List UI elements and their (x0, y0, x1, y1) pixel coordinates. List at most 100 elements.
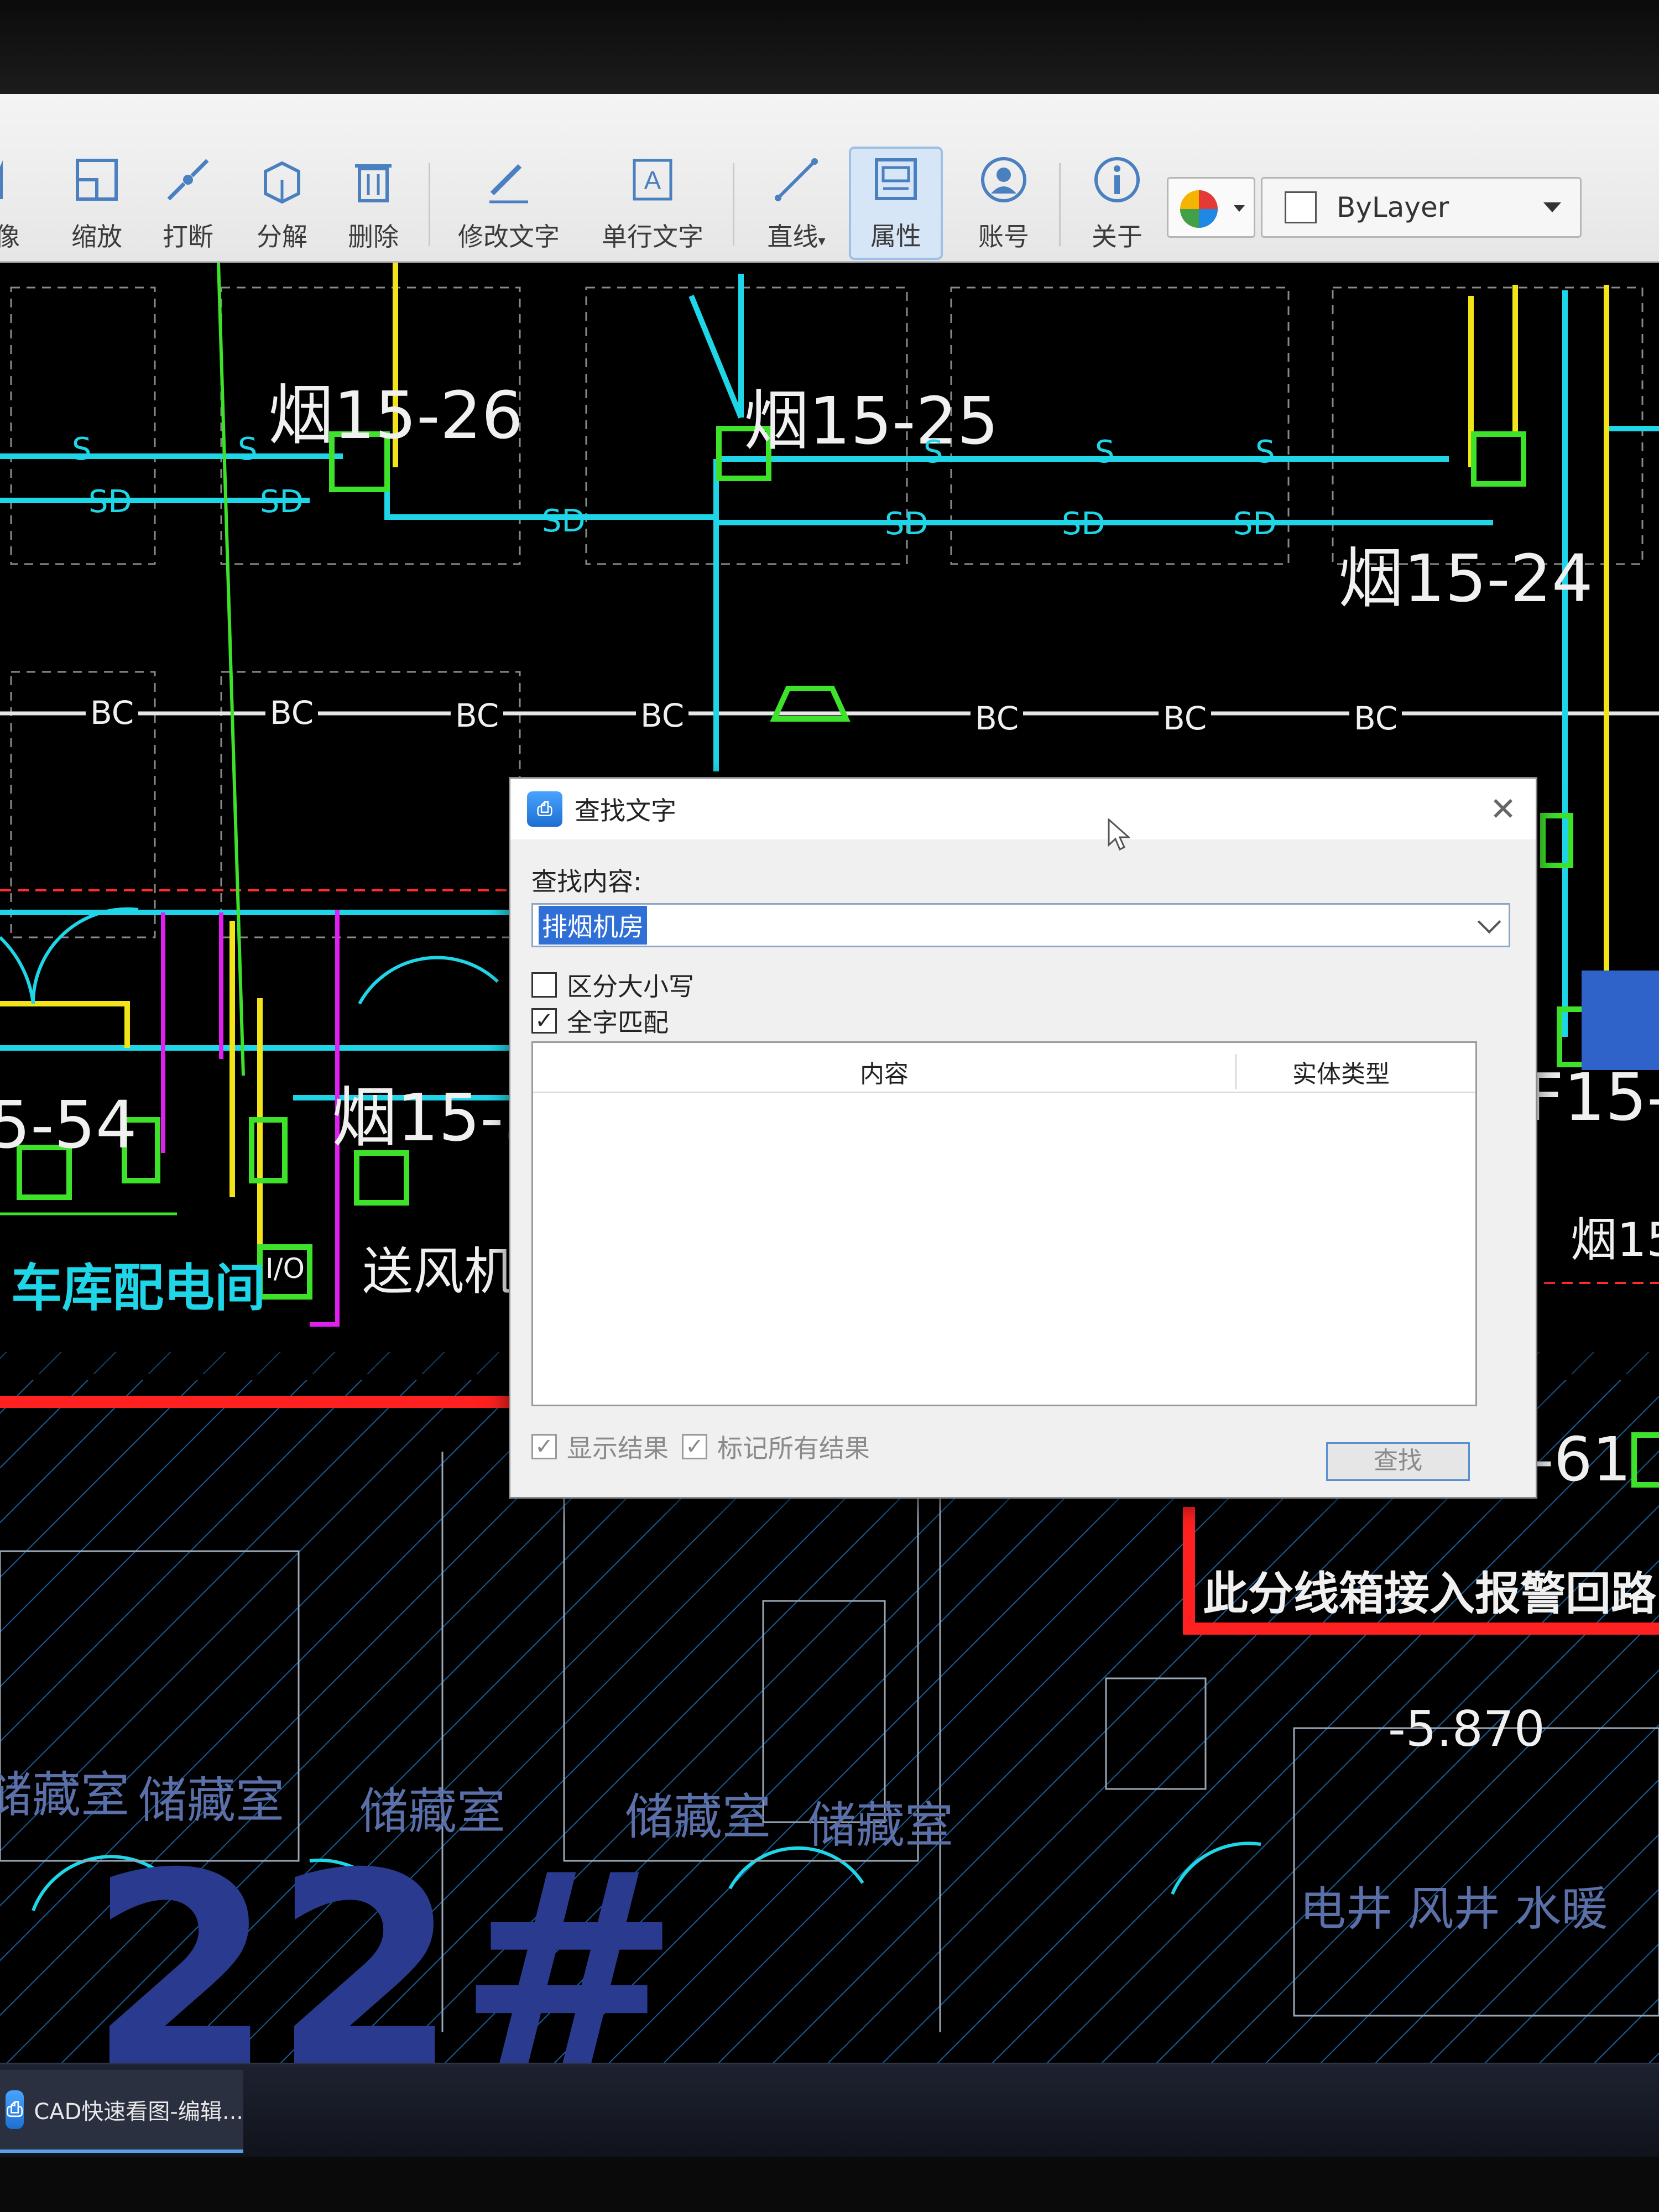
text-box-icon: A (622, 149, 683, 210)
monitor-bezel-top (0, 0, 1659, 94)
find-label: 查找内容: (531, 867, 642, 896)
checkbox-label: 显示结果 (567, 1433, 669, 1463)
tool-explode[interactable]: 分解 (249, 149, 315, 260)
checkbox-box[interactable]: ✓ (531, 1434, 557, 1459)
room-label: 储藏室 (807, 1797, 954, 1854)
building-number-mark: 22# (88, 1817, 680, 2063)
line-tag: BC (971, 700, 1024, 737)
tool-line[interactable]: 直线▾ (755, 149, 838, 260)
tool-about[interactable]: 关于 (1076, 149, 1159, 260)
taskbar-app-button[interactable]: ⎙ CAD快速看图-编辑... (0, 2070, 243, 2153)
line-tag: S (924, 434, 943, 470)
line-tag: SD (1233, 506, 1277, 542)
screen: 镜像 缩放 打断 分解 删除 (0, 0, 1659, 2212)
tool-scale[interactable]: 缩放 (64, 149, 130, 260)
column-header-content[interactable]: 内容 (533, 1054, 1235, 1089)
line-tag: S (238, 431, 258, 467)
color-wheel-icon (1180, 190, 1245, 228)
mouse-cursor-icon (1108, 818, 1130, 851)
tool-label: 删除 (348, 222, 399, 252)
line-tag: SD (88, 484, 132, 520)
info-icon (1087, 149, 1147, 210)
layer-value: ByLayer (1337, 191, 1449, 223)
app-icon: ⎙ (527, 791, 562, 827)
explode-icon (252, 149, 312, 210)
toolbar: 镜像 缩放 打断 分解 删除 (0, 94, 1659, 263)
mark-all-checkbox[interactable]: ✓ 标记所有结果 (682, 1428, 870, 1465)
whole-word-checkbox[interactable]: ✓ 全字匹配 (531, 1003, 669, 1039)
taskbar: ⎙ CAD快速看图-编辑... (0, 2063, 1659, 2157)
line-icon (766, 149, 827, 210)
tool-label: 打断 (163, 222, 213, 252)
tool-properties[interactable]: 属性 (849, 147, 943, 260)
line-tag: SD (1062, 506, 1105, 542)
line-tag: SD (542, 503, 586, 539)
line-tag: BC (86, 694, 139, 732)
tool-account[interactable]: 账号 (962, 149, 1045, 260)
elevation-label: -5.870 (1388, 1700, 1545, 1757)
column-header-entity-type[interactable]: 实体类型 (1235, 1054, 1446, 1089)
check-icon: ✓ (685, 1434, 704, 1459)
line-tag: BC (451, 697, 504, 734)
checkbox-box[interactable]: ✓ (682, 1434, 707, 1459)
cad-label: 烟15-25 (744, 383, 999, 459)
svg-text:A: A (644, 166, 661, 195)
room-label: 电井 风井 水暖 (1300, 1882, 1608, 1936)
room-label: 储藏室 (0, 1766, 130, 1823)
tool-label: 账号 (978, 222, 1029, 252)
cad-app-icon: ⎙ (6, 2090, 24, 2129)
toolbar-separator (429, 163, 430, 246)
close-button[interactable]: ✕ (1485, 791, 1521, 827)
find-input-value: 排烟机房 (539, 906, 647, 945)
checkbox-label: 区分大小写 (567, 972, 694, 1001)
chevron-down-icon[interactable] (1477, 910, 1501, 934)
taskbar-app-title: CAD快速看图-编辑... (34, 2099, 243, 2125)
toolbar-separator (733, 163, 734, 246)
tool-single-line-text[interactable]: A 单行文字 (597, 149, 708, 260)
tool-label: 修改文字 (458, 222, 560, 252)
tool-label: 分解 (257, 222, 307, 252)
find-button[interactable]: 查找 (1326, 1442, 1470, 1481)
tool-break[interactable]: 打断 (155, 149, 221, 260)
line-tag: S (1095, 434, 1115, 470)
results-list[interactable]: 内容 实体类型 (531, 1041, 1477, 1406)
cad-label: 5-54 (0, 1087, 137, 1163)
room-label: 储藏室 (138, 1772, 285, 1829)
cad-label: 烟15-24 (1338, 540, 1593, 617)
user-icon (973, 149, 1034, 210)
line-tag: BC (1159, 700, 1212, 737)
tool-label: 单行文字 (602, 222, 703, 252)
case-sensitive-checkbox[interactable]: 区分大小写 (531, 967, 694, 1003)
break-icon (158, 149, 218, 210)
layer-dropdown[interactable]: ByLayer (1261, 177, 1582, 238)
checkbox-label: 全字匹配 (567, 1008, 669, 1037)
show-results-checkbox[interactable]: ✓ 显示结果 (531, 1428, 669, 1465)
results-header: 内容 实体类型 (533, 1043, 1475, 1093)
pencil-icon (478, 149, 539, 210)
tool-label: 属性 (870, 221, 921, 251)
line-tag: S (1255, 434, 1275, 470)
room-label: 储藏室 (625, 1788, 771, 1845)
dialog-title-bar[interactable]: ⎙ 查找文字 (510, 779, 1536, 839)
scale-icon (66, 149, 127, 210)
trash-icon (343, 149, 404, 210)
tool-label: 关于 (1092, 222, 1142, 252)
checkbox-label: 标记所有结果 (717, 1433, 870, 1463)
room-label: 此分线箱接入报警回路S2 (1203, 1568, 1659, 1620)
tool-mirror[interactable]: 镜像 (0, 149, 33, 260)
find-input[interactable]: 排烟机房 (531, 903, 1510, 947)
checkbox-box[interactable]: ✓ (531, 1008, 557, 1034)
line-tag: BC (636, 697, 689, 734)
line-tag: SD (260, 484, 304, 520)
io-mark: I/O (265, 1253, 305, 1285)
toolbar-separator (1059, 163, 1061, 246)
dropdown-arrow-icon: ▾ (818, 233, 826, 249)
tool-edit-text[interactable]: 修改文字 (453, 149, 564, 260)
color-dropdown[interactable] (1167, 177, 1255, 238)
room-label: 储藏室 (359, 1783, 506, 1840)
checkbox-box[interactable] (531, 972, 557, 998)
line-tag: BC (1349, 700, 1402, 737)
tool-delete[interactable]: 删除 (340, 149, 406, 260)
properties-icon (865, 149, 926, 210)
line-tag: SD (885, 506, 928, 542)
